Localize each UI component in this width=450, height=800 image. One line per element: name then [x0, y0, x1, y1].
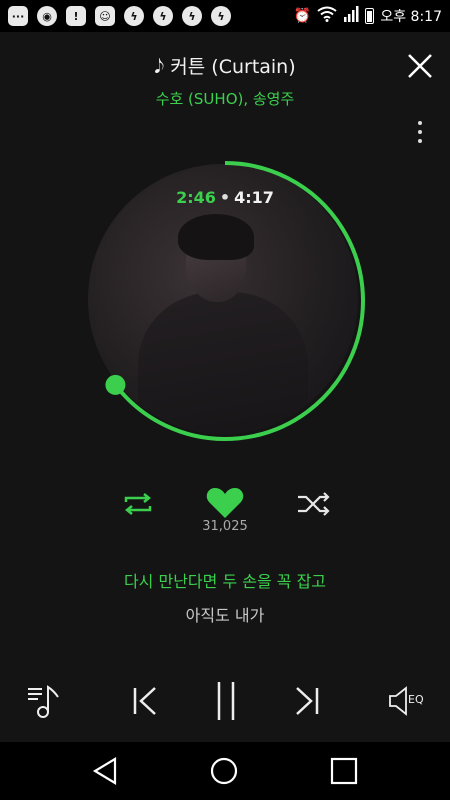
home-button[interactable] [204, 754, 244, 788]
system-navigation-bar [0, 742, 450, 800]
battery-icon [365, 8, 375, 24]
lyric-next-line[interactable]: 아직도 내가 [0, 602, 450, 626]
back-triangle-icon [92, 757, 117, 785]
playlist-button[interactable] [22, 676, 66, 726]
messenger-icon: ϟ [182, 6, 202, 26]
repeat-icon [124, 493, 152, 515]
time-readout: 2:46 • 4:17 [84, 188, 366, 207]
close-icon [408, 54, 432, 78]
music-note-icon: 𝅘𝅥𝅮 [154, 56, 165, 78]
song-title-text: 커튼 (Curtain) [170, 56, 296, 78]
time-separator: • [219, 188, 231, 207]
next-icon [296, 687, 319, 715]
messenger-icon: ϟ [124, 6, 144, 26]
repeat-button[interactable] [118, 490, 158, 518]
like-count: 31,025 [202, 519, 248, 534]
messenger-icon: ϟ [153, 6, 173, 26]
previous-track-button[interactable] [122, 676, 166, 726]
signal-icon [343, 6, 359, 26]
playlist-icon [28, 685, 59, 718]
home-circle-icon [210, 757, 238, 785]
equalizer-button[interactable]: EQ [384, 676, 432, 726]
chat-icon: ··· [8, 6, 28, 26]
status-bar: ··· ◉ ! ☺ ϟ ϟ ϟ ϟ ⏰ 오후 8:17 [0, 0, 450, 32]
notification-icons: ··· ◉ ! ☺ ϟ ϟ ϟ ϟ [8, 6, 231, 26]
eq-label: EQ [408, 693, 424, 706]
lyric-current-line[interactable]: 다시 만난다면 두 손을 꼭 잡고 [0, 568, 450, 592]
shuffle-button[interactable] [294, 490, 334, 518]
time-current: 2:46 [176, 188, 216, 207]
camera-icon: ◉ [37, 6, 57, 26]
recent-apps-square-icon [330, 757, 358, 785]
previous-icon [133, 687, 156, 715]
secondary-controls [0, 484, 450, 524]
dot [418, 121, 422, 125]
like-button[interactable] [205, 486, 245, 520]
song-title: 𝅘𝅥𝅮 커튼 (Curtain) [0, 52, 450, 79]
song-artist[interactable]: 수호 (SUHO), 송영주 [0, 88, 450, 109]
status-time: 오후 8:17 [380, 9, 442, 25]
alert-icon: ! [66, 6, 86, 26]
pause-button[interactable] [206, 676, 246, 726]
messenger-icon: ϟ [211, 6, 231, 26]
time-total: 4:17 [234, 188, 274, 207]
progress-knob[interactable] [105, 374, 126, 395]
dot [418, 130, 422, 134]
close-button[interactable] [404, 50, 436, 82]
next-track-button[interactable] [286, 676, 330, 726]
dot [418, 139, 422, 143]
alarm-icon: ⏰ [293, 8, 312, 24]
shuffle-icon [298, 492, 330, 516]
heart-icon [206, 488, 244, 518]
recent-apps-button[interactable] [324, 754, 364, 788]
album-disc: 2:46 • 4:17 [84, 160, 366, 442]
wifi-icon [317, 6, 337, 26]
pause-icon [217, 682, 235, 720]
gift-icon: ☺ [95, 6, 115, 26]
playback-controls: EQ [0, 676, 450, 726]
back-button[interactable] [86, 754, 126, 788]
more-options-button[interactable] [410, 116, 430, 148]
